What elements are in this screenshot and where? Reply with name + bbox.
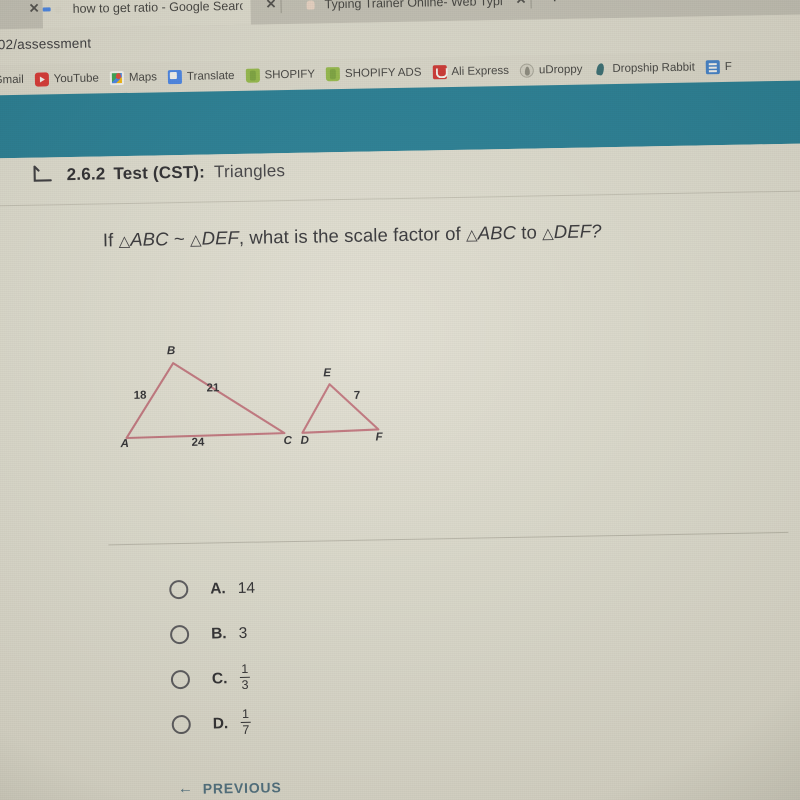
side-length-AB: 18 <box>133 389 147 402</box>
option-letter-d: D. <box>212 714 229 732</box>
new-tab-button[interactable]: + <box>548 0 561 9</box>
shopify-icon <box>245 68 260 83</box>
bookmark-item-shopify[interactable]: SHOPIFY <box>245 68 315 83</box>
fraction-denominator-c: 3 <box>241 677 249 692</box>
vertex-label-D: D <box>300 434 310 447</box>
fraction-numerator-c: 1 <box>239 662 251 678</box>
bookmark-item-maps[interactable]: Maps <box>109 70 158 86</box>
bookmark-item-feed[interactable]: F <box>705 60 733 75</box>
tab-close-icon-0[interactable]: ✕ <box>28 1 39 17</box>
tab-separator <box>280 0 282 14</box>
options-divider <box>108 531 789 546</box>
page-title-type: Test (CST): <box>113 162 206 184</box>
translate-icon <box>167 69 183 85</box>
typing-trainer-icon <box>302 0 317 12</box>
question-to: to <box>521 221 538 243</box>
bookmark-label: uDroppy <box>538 63 583 77</box>
answer-options: A. 14 B. 3 C. 1 3 D. 1 7 <box>169 566 258 748</box>
fraction-denominator-d: 7 <box>242 722 250 737</box>
question-triangle-3: ABC <box>477 221 517 244</box>
browser-tab-1[interactable]: how to get ratio - Google Search <box>42 0 251 29</box>
side-length-BC: 21 <box>206 382 220 395</box>
angle-measure-icon <box>31 165 53 185</box>
answer-option-d[interactable]: D. 1 7 <box>171 701 258 748</box>
vertex-label-C: C <box>283 434 293 448</box>
tab-separator <box>530 0 532 9</box>
youtube-icon <box>34 72 49 87</box>
google-g-icon <box>50 2 65 17</box>
bookmark-item-gmail[interactable]: Gmail <box>0 73 24 88</box>
browser-tab-0[interactable]: es <box>0 0 13 31</box>
answer-option-c[interactable]: C. 1 3 <box>170 656 258 703</box>
bookmark-item-youtube[interactable]: YouTube <box>34 71 100 87</box>
bookmark-label: Ali Express <box>451 64 510 78</box>
question-triangle-4: DEF? <box>553 220 602 243</box>
vertex-label-A: A <box>120 437 130 451</box>
bookmark-label: Maps <box>128 71 158 84</box>
photographed-screen: es ✕ how to get ratio - Google Search ✕ … <box>0 0 800 800</box>
bookmark-label: Dropship Rabbit <box>612 61 695 76</box>
bookmark-label: SHOPIFY <box>264 68 316 82</box>
tab-title: how to get ratio - Google Search <box>72 0 243 16</box>
vertex-label-B: B <box>166 345 176 358</box>
question-triangle-1: ABC <box>130 228 169 250</box>
option-letter-c: C. <box>211 669 228 687</box>
option-value-c: 1 3 <box>239 662 251 692</box>
option-value-d: 1 7 <box>239 707 252 737</box>
bookmark-label: F <box>724 60 733 73</box>
question-triangle-2: DEF <box>201 226 240 249</box>
radio-button-a[interactable] <box>169 579 189 600</box>
vertex-label-E: E <box>323 367 332 380</box>
assessment-page: 2.6.2 Test (CST): Triangles If △ABC ~ △D… <box>0 143 800 800</box>
bookmark-label: Gmail <box>0 73 24 87</box>
previous-button[interactable]: ← PREVIOUS <box>178 778 282 797</box>
similar-triangles-figure: A B C 18 21 24 D E F 7 <box>115 341 387 461</box>
question-text: If △ABC ~ △DEF, what is the scale factor… <box>102 220 602 251</box>
radio-button-d[interactable] <box>171 714 191 735</box>
tab-title: Typing Trainer Online- Web Typi <box>324 0 503 12</box>
address-bar-url[interactable]: 2006002/assessment <box>0 36 91 53</box>
dropship-rabbit-icon <box>593 62 607 76</box>
bookmark-item-translate[interactable]: Translate <box>167 69 235 85</box>
bookmark-item-dropship-rabbit[interactable]: Dropship Rabbit <box>593 61 695 77</box>
bookmark-item-shopify-ads[interactable]: SHOPIFY ADS <box>325 66 422 82</box>
shopify-ads-icon <box>325 67 341 82</box>
side-length-EF: 7 <box>353 389 361 402</box>
question-middle: , what is the scale factor of <box>238 222 462 248</box>
answer-option-b[interactable]: B. 3 <box>169 611 257 658</box>
aliexpress-icon <box>432 65 447 80</box>
radio-button-b[interactable] <box>169 624 190 645</box>
triangles-svg <box>125 362 380 440</box>
bookmark-label: YouTube <box>53 72 100 86</box>
page-title-subject: Triangles <box>213 161 286 182</box>
radio-button-c[interactable] <box>170 669 191 690</box>
udroppy-icon <box>519 63 535 78</box>
similar-symbol: ~ <box>173 227 185 250</box>
answer-option-a[interactable]: A. 14 <box>169 566 256 613</box>
tab-close-icon-1[interactable]: ✕ <box>265 0 276 12</box>
previous-label: PREVIOUS <box>202 778 282 797</box>
side-length-AC: 24 <box>191 436 205 449</box>
maps-icon <box>109 71 125 86</box>
bookmark-item-aliexpress[interactable]: Ali Express <box>432 64 510 80</box>
header-divider <box>0 190 800 207</box>
page-header: 2.6.2 Test (CST): Triangles <box>31 161 285 186</box>
bookmark-label: Translate <box>186 69 235 83</box>
option-value-b: 3 <box>238 624 248 642</box>
page-title-number: 2.6.2 <box>66 164 106 185</box>
bookmark-item-udroppy[interactable]: uDroppy <box>519 63 583 78</box>
fraction-numerator-d: 1 <box>239 707 252 723</box>
vertex-label-F: F <box>375 431 383 444</box>
arrow-left-icon: ← <box>177 779 194 798</box>
feed-icon <box>705 60 720 75</box>
bookmark-label: SHOPIFY ADS <box>344 66 422 80</box>
option-value-a: 14 <box>237 579 256 597</box>
tab-close-icon-2[interactable]: ✕ <box>515 0 526 8</box>
option-letter-b: B. <box>210 624 227 642</box>
option-letter-a: A. <box>210 579 226 598</box>
